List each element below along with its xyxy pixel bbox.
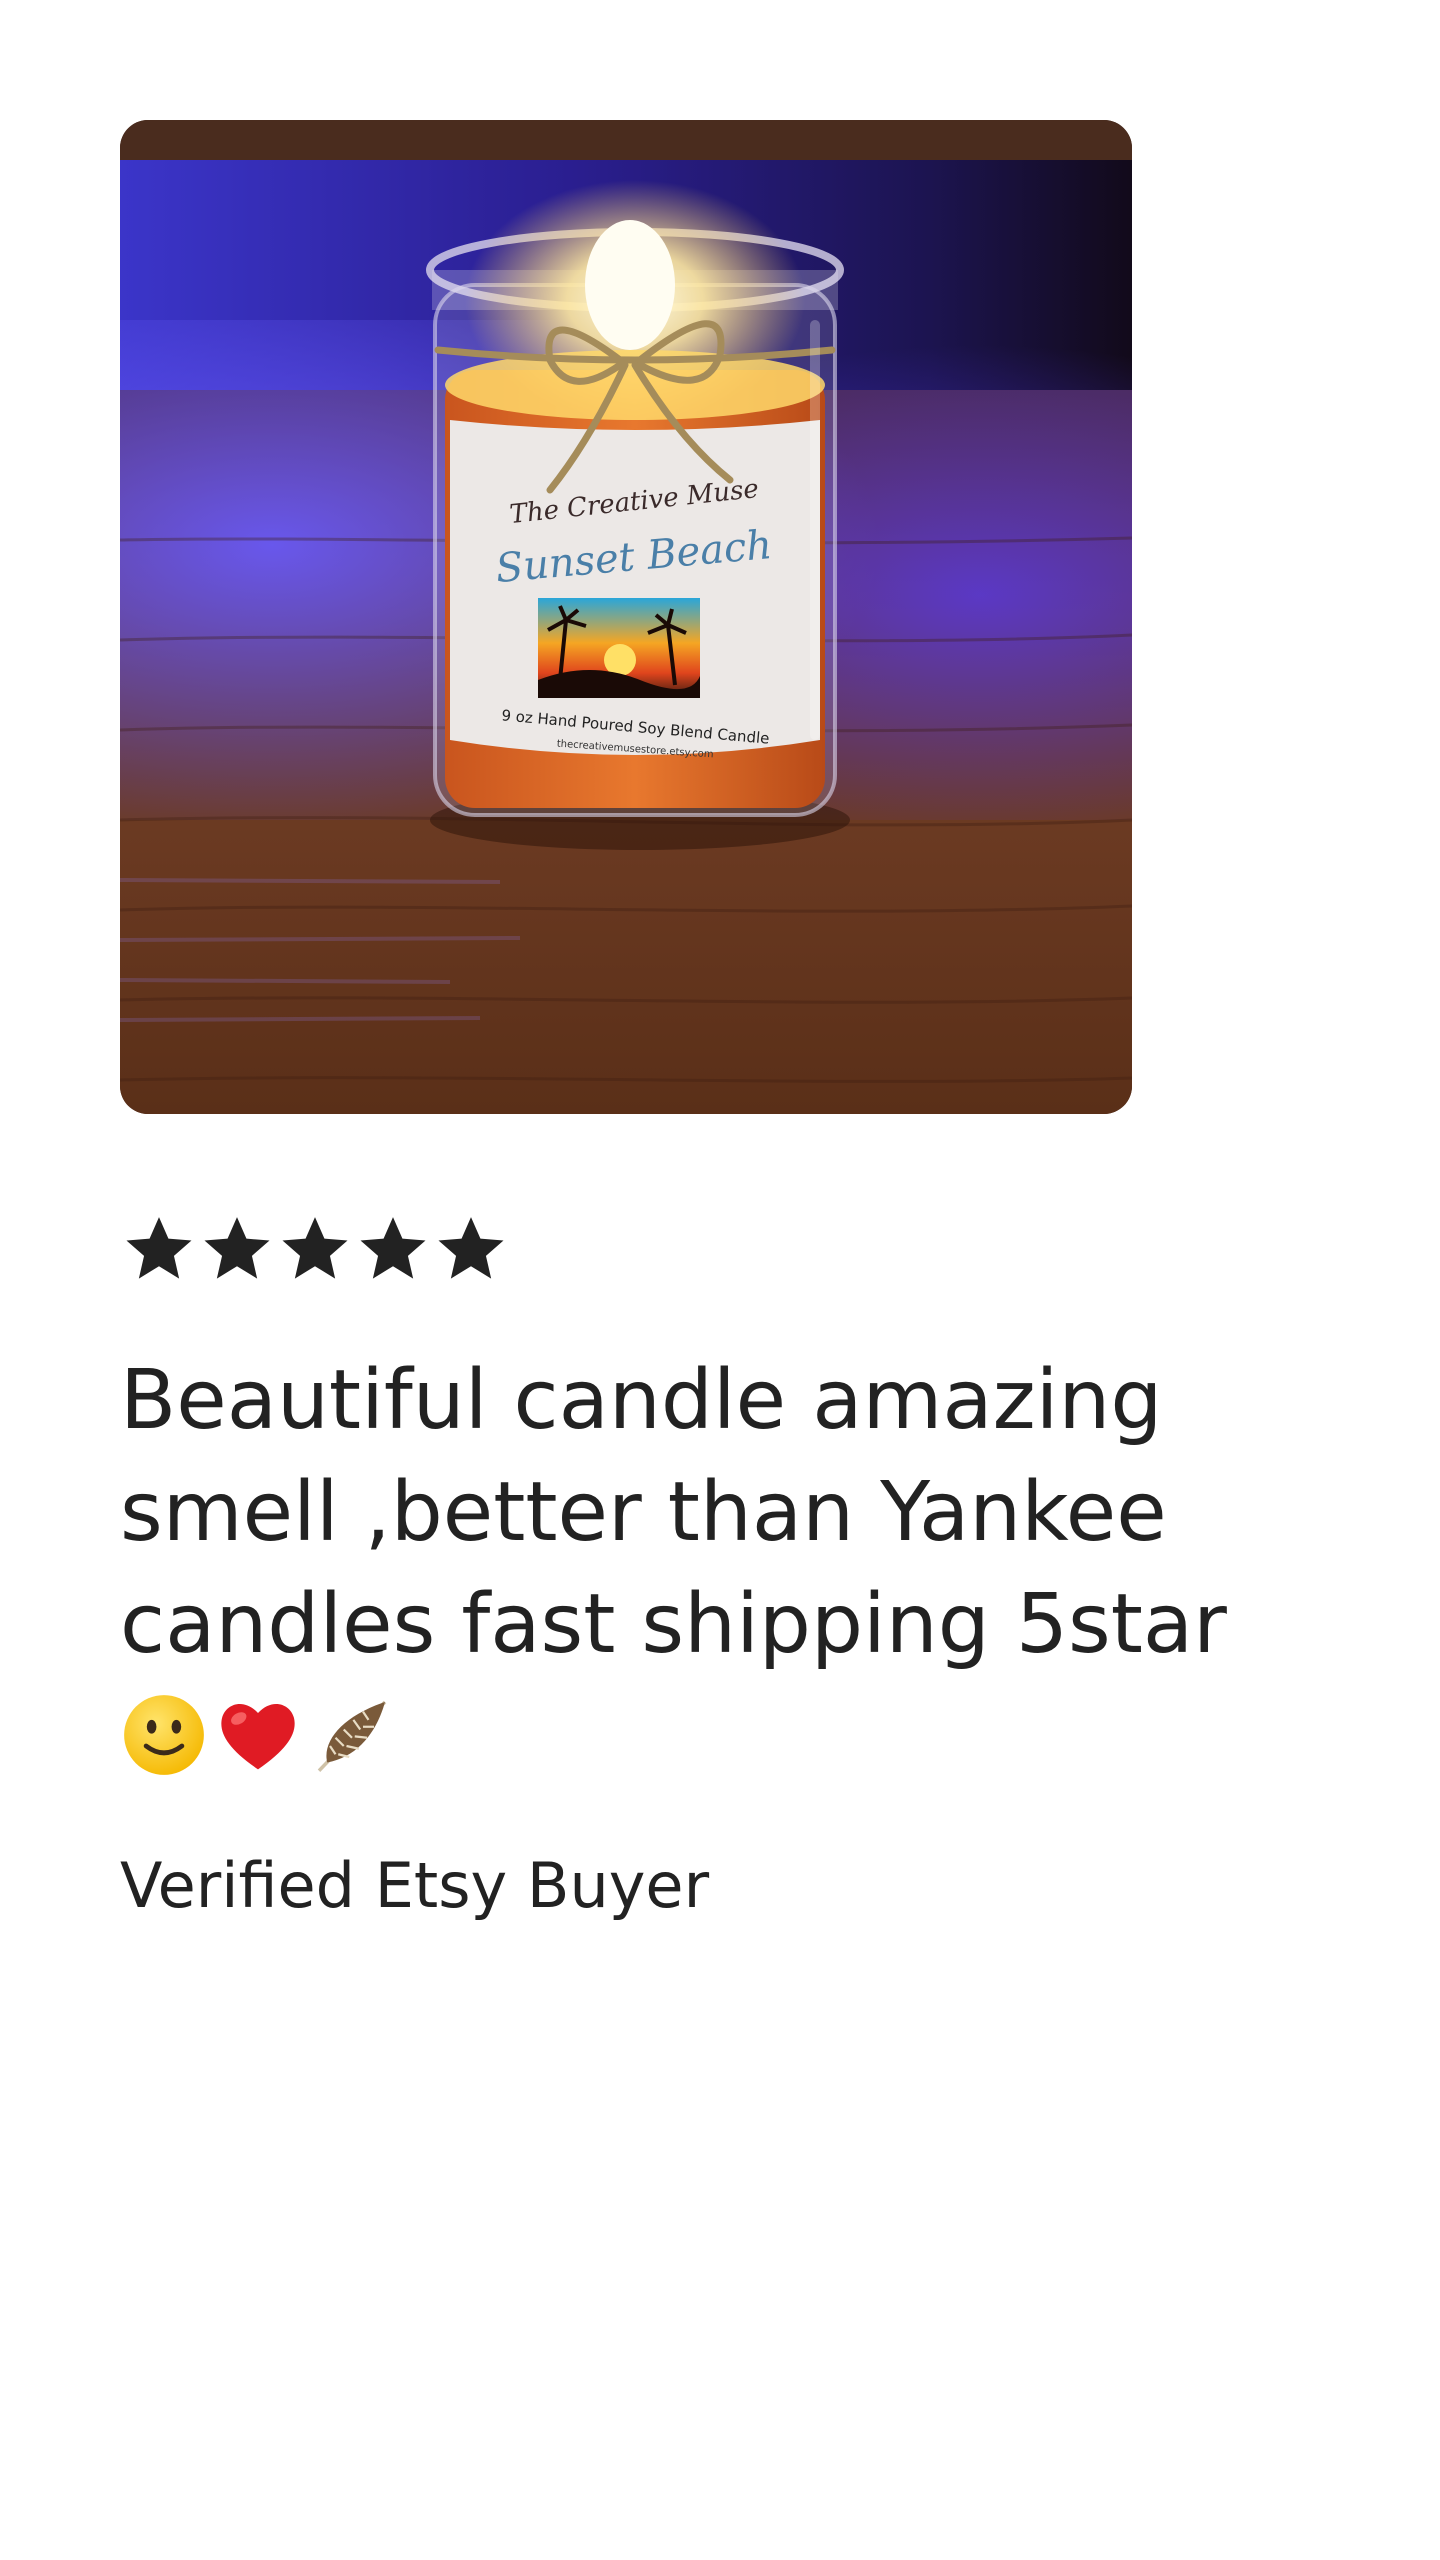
star-rating	[120, 1210, 510, 1290]
review-emojis	[120, 1690, 396, 1780]
review-card: The Creative Muse Sunset Beach 9 oz Hand…	[0, 0, 1440, 2560]
star-filled-icon	[126, 1217, 192, 1279]
star-filled-icon	[438, 1217, 504, 1279]
slightly-smiling-face-icon	[124, 1695, 204, 1775]
review-text: Beautiful candle amazing smell ,better t…	[120, 1353, 1227, 1672]
review-photo[interactable]: The Creative Muse Sunset Beach 9 oz Hand…	[120, 120, 1132, 1114]
star-filled-icon	[204, 1217, 270, 1279]
candle-photo-image: The Creative Muse Sunset Beach 9 oz Hand…	[120, 120, 1132, 1114]
star-filled-icon	[282, 1217, 348, 1279]
reviewer-name: Verified Etsy Buyer	[120, 1849, 710, 1922]
star-filled-icon	[360, 1217, 426, 1279]
red-heart-icon	[221, 1703, 295, 1770]
feather-icon	[317, 1700, 387, 1772]
